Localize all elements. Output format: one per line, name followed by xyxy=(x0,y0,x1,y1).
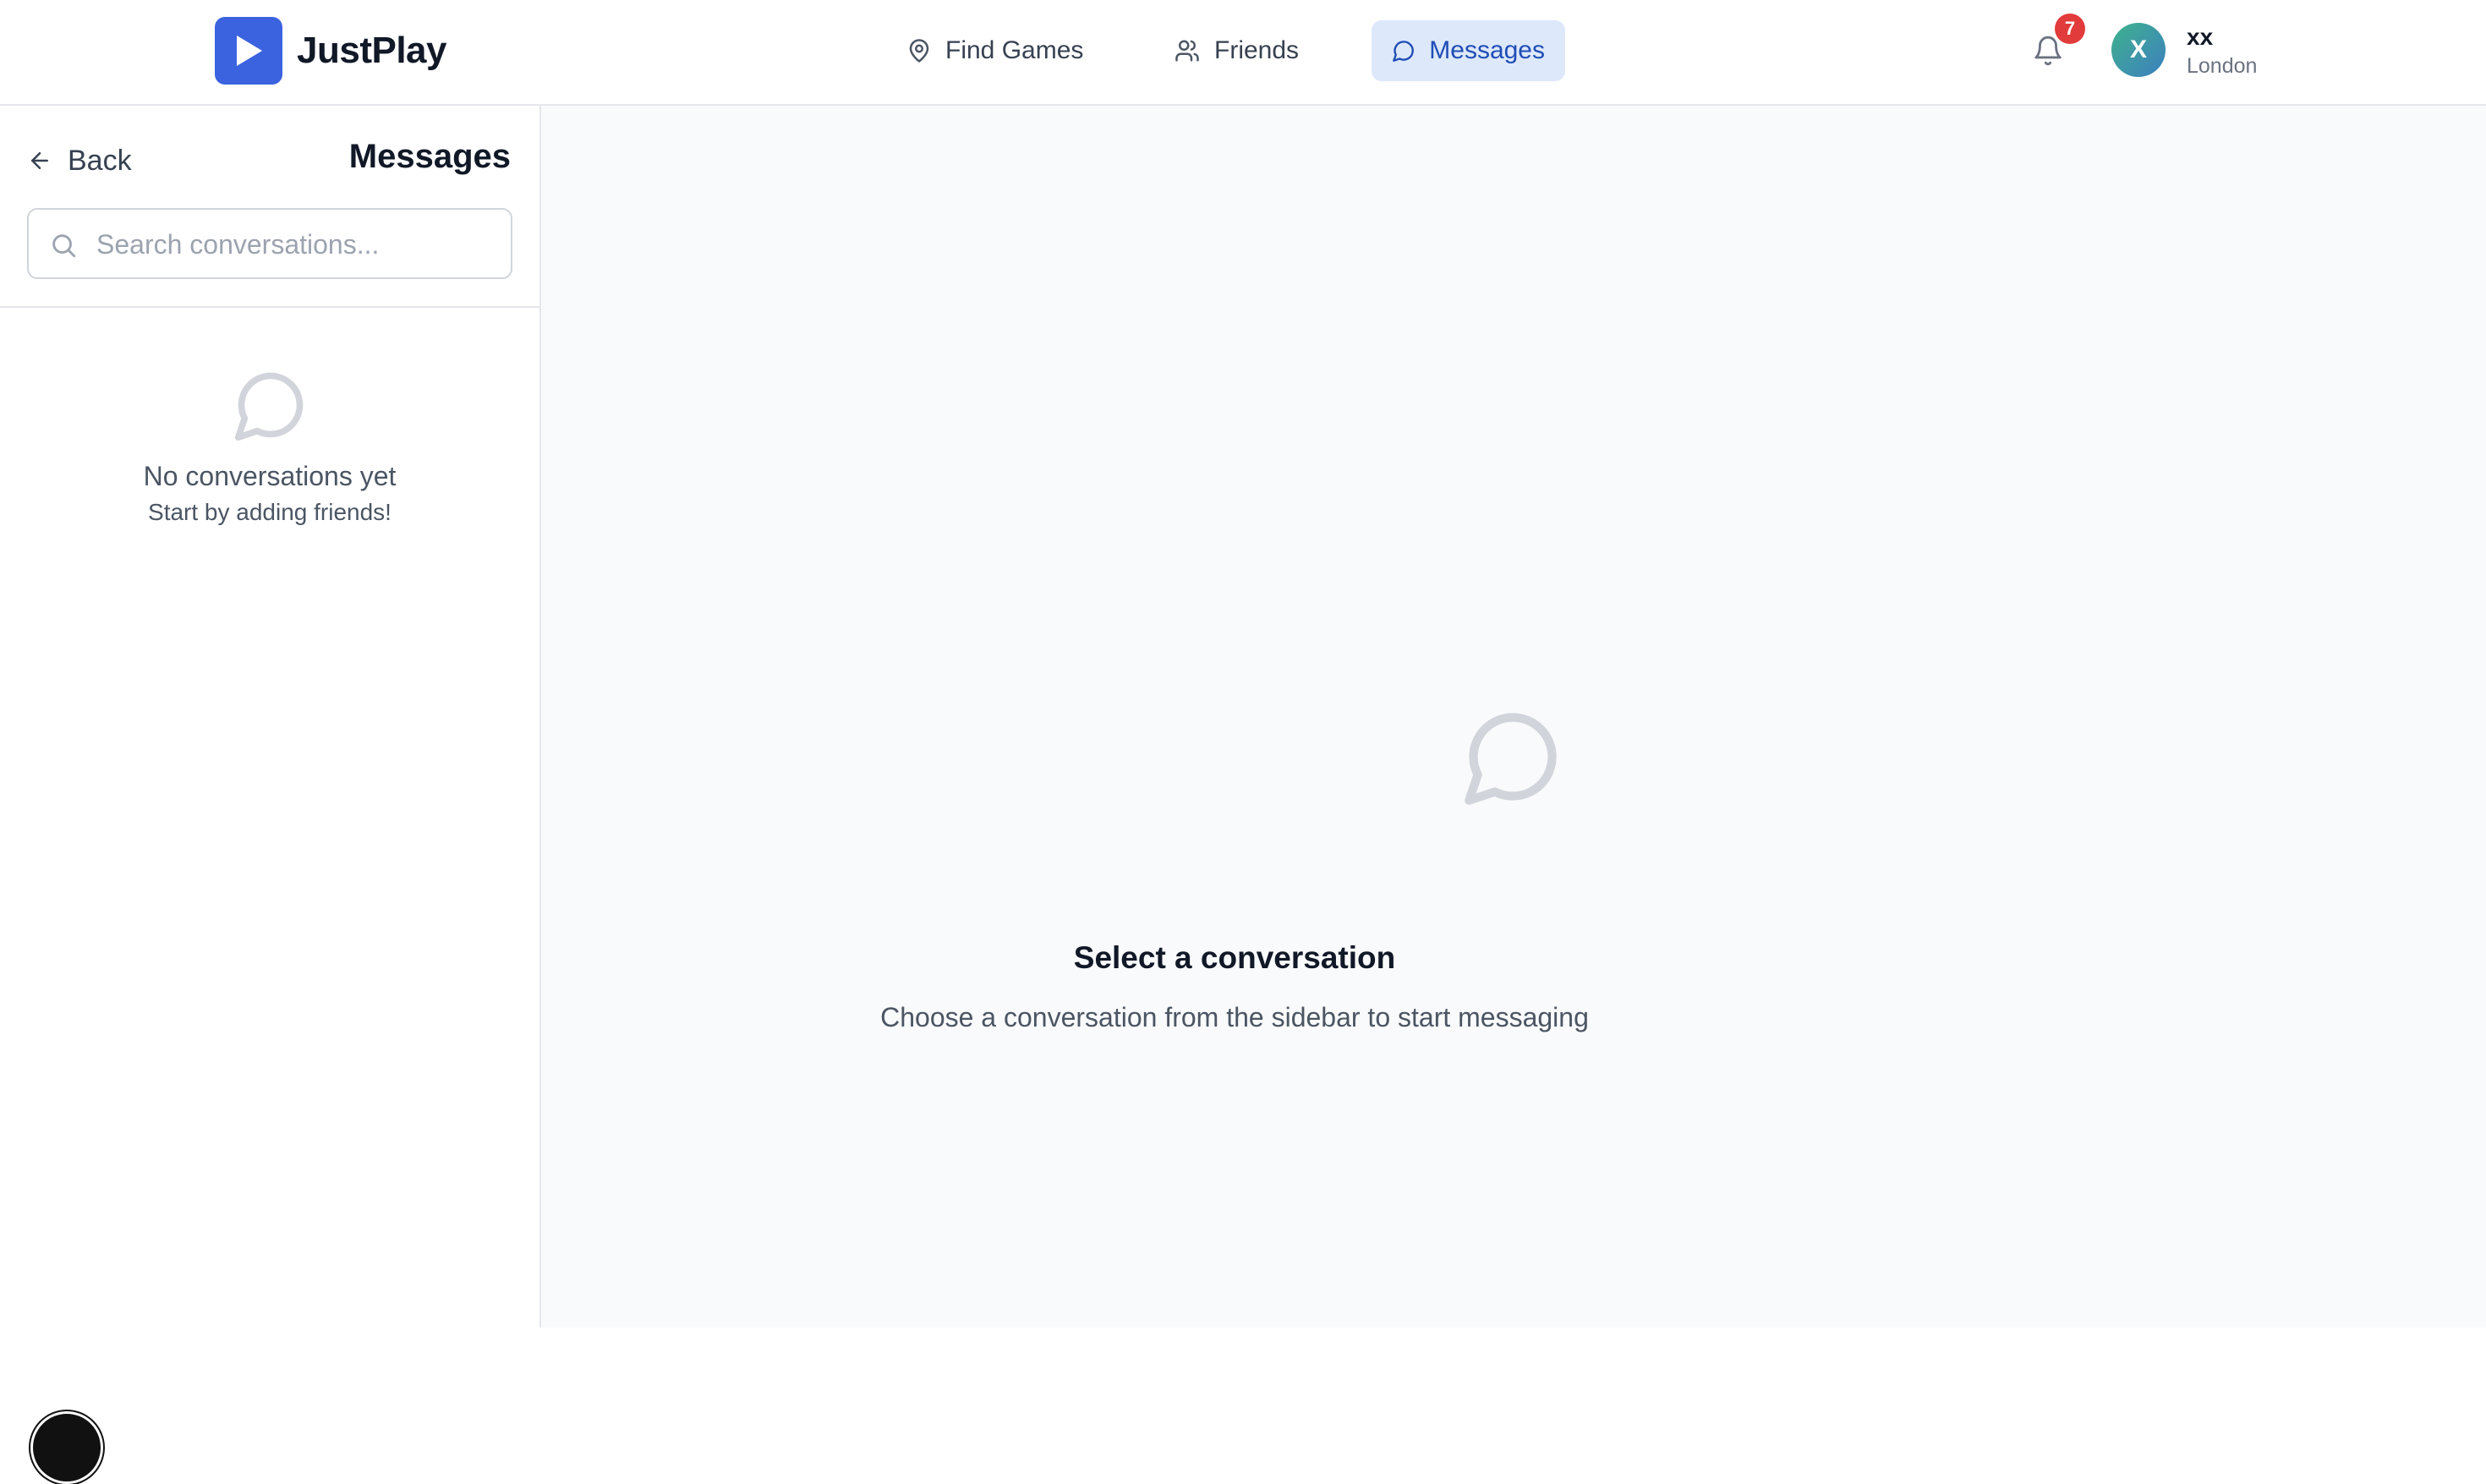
user-avatar[interactable]: X xyxy=(2111,23,2166,77)
nav-friends[interactable]: Friends xyxy=(1153,20,1319,81)
user-name: xx xyxy=(2187,24,2214,50)
built-with-badge[interactable] xyxy=(30,1411,103,1484)
brand-logo[interactable]: JustPlay xyxy=(215,17,446,85)
search-box xyxy=(27,208,512,279)
empty-state-title: No conversations yet xyxy=(143,461,397,491)
nav-label: Messages xyxy=(1429,36,1545,64)
nav-messages[interactable]: Messages xyxy=(1372,20,1565,81)
message-circle-icon xyxy=(1393,41,1414,62)
empty-state-subtitle: Start by adding friends! xyxy=(148,499,392,525)
search-icon xyxy=(52,234,76,258)
notification-count-badge: 7 xyxy=(2055,14,2085,44)
users-icon xyxy=(1175,40,1199,62)
user-location: London xyxy=(2187,54,2258,78)
brand-name: JustPlay xyxy=(297,30,446,71)
message-circle-icon xyxy=(234,372,304,441)
nav-label: Find Games xyxy=(945,36,1084,64)
nav-label: Friends xyxy=(1214,36,1300,64)
nav-find-games[interactable]: Find Games xyxy=(886,20,1103,81)
arrow-left-icon xyxy=(31,152,48,169)
conversations-sidebar: Back Messages No conversations yet Start… xyxy=(0,106,541,1484)
back-label: Back xyxy=(68,144,132,177)
placeholder-title: Select a conversation xyxy=(1073,940,1396,975)
sidebar-title: Messages xyxy=(348,138,511,175)
play-logo-icon xyxy=(215,17,282,85)
divider xyxy=(0,306,539,308)
conversation-panel: Select a conversation Choose a conversat… xyxy=(541,106,2486,1328)
back-button[interactable]: Back xyxy=(27,140,132,182)
search-input[interactable] xyxy=(96,223,494,266)
message-circle-icon xyxy=(1465,713,1557,805)
top-header: JustPlay Find Games Friends Messages 7 X… xyxy=(0,0,2486,106)
map-pin-icon xyxy=(909,39,929,63)
placeholder-subtitle: Choose a conversation from the sidebar t… xyxy=(880,1002,1589,1032)
